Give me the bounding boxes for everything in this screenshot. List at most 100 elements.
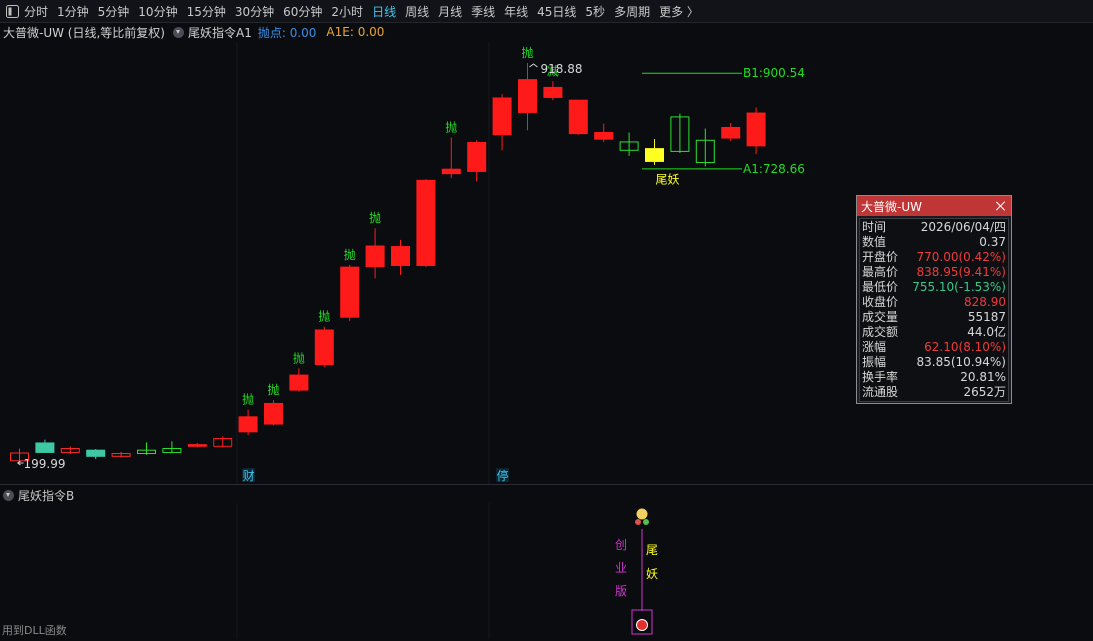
info-row: 收盘价 828.90	[860, 295, 1008, 310]
period-tab-4[interactable]: 15分钟	[187, 3, 232, 20]
info-row: 流通股 2652万	[860, 385, 1008, 400]
a1-label: A1:728.66	[743, 162, 805, 176]
sub-indicator-menu-icon[interactable]	[3, 489, 14, 501]
throw-point-value: 抛点: 0.00	[257, 25, 317, 40]
info-row-value: 828.90	[964, 295, 1006, 309]
info-row: 数值 0.37	[860, 235, 1008, 250]
info-row: 换手率 20.81%	[860, 370, 1008, 385]
info-row: 最高价 838.95(9.41%)	[860, 265, 1008, 280]
candle-body	[264, 402, 283, 425]
status-text: 用到DLL函数	[2, 624, 67, 637]
signal-label: 抛	[344, 247, 356, 262]
period-tab-16[interactable]: 更多 〉	[659, 3, 705, 20]
candle-body	[340, 266, 360, 318]
candle-body	[543, 86, 563, 98]
period-tab-1[interactable]: 1分钟	[57, 3, 95, 20]
info-row-value: 62.10(8.10%)	[924, 340, 1006, 354]
board-label-char: 版	[615, 584, 627, 598]
period-tab-6[interactable]: 60分钟	[283, 3, 328, 20]
info-row-label: 涨幅	[862, 340, 887, 354]
period-toolbar: 分时 1分钟 5分钟 10分钟 15分钟 30分钟 60分钟 2小时 日线 周线 月线 季线 年线 45日…	[0, 0, 1093, 23]
info-row-label: 开盘价	[862, 250, 899, 264]
info-row: 开盘价 770.00(0.42%)	[860, 250, 1008, 265]
signal-dot-icon	[636, 619, 648, 631]
sidebar-toggle-icon[interactable]	[4, 3, 20, 19]
tail-label-char: 尾	[646, 543, 658, 557]
symbol-title: 大普微-UW (日线,等比前复权)	[3, 25, 165, 40]
period-tab-12[interactable]: 年线	[504, 3, 534, 20]
info-row: 最低价 755.10(-1.53%)	[860, 280, 1008, 295]
sub-indicator-chart[interactable]: 创业版 尾妖	[0, 503, 1093, 639]
info-row-value: 20.81%	[960, 370, 1006, 384]
board-label-char: 创	[615, 538, 627, 552]
sub-pane-title: 尾妖指令B	[0, 487, 74, 503]
candle-body	[365, 245, 385, 268]
period-tab-11[interactable]: 季线	[471, 3, 501, 20]
quote-info-panel[interactable]: 大普微-UW 时间 2026/06/04/四 数值 0.37 开盘价 770.00(0.4…	[856, 195, 1012, 404]
signal-label: 抛	[369, 210, 381, 225]
indicator-name[interactable]: 尾妖指令A1	[188, 24, 252, 41]
info-row: 涨幅 62.10(8.10%)	[860, 340, 1008, 355]
b1-label: B1:900.54	[743, 66, 805, 80]
info-row: 成交量 55187	[860, 310, 1008, 325]
a1e-value: A1E: 0.00	[326, 25, 385, 39]
period-tab-2[interactable]: 5分钟	[98, 3, 136, 20]
candle-body	[187, 444, 207, 447]
period-tab-9[interactable]: 周线	[405, 3, 435, 20]
candle-body	[467, 142, 487, 172]
signal-label: 抛	[293, 350, 305, 365]
candle-body	[391, 246, 410, 266]
indicator-menu-icon[interactable]	[172, 26, 184, 38]
info-row-value: 2652万	[963, 385, 1006, 399]
candle-body	[518, 79, 537, 113]
signal-label: 抛	[267, 382, 279, 397]
chart-title-bar: 大普微-UW (日线,等比前复权) 尾妖指令A1 抛点: 0.00 A1E: 0…	[0, 22, 1093, 42]
sub-indicator-name[interactable]: 尾妖指令B	[18, 487, 74, 504]
info-row-label: 成交额	[862, 325, 899, 339]
info-row-label: 振幅	[862, 355, 887, 369]
info-row: 振幅 83.85(10.94%)	[860, 355, 1008, 370]
info-row-label: 最低价	[862, 280, 899, 294]
signal-label: 抛	[318, 309, 330, 324]
candle-body	[645, 148, 664, 162]
signal-label: 抛	[521, 45, 533, 60]
info-panel-header[interactable]: 大普微-UW	[857, 196, 1011, 216]
low-price-label: 199.99	[24, 457, 66, 471]
candle-body	[568, 99, 588, 135]
high-marker-icon	[529, 63, 538, 68]
info-row-value: 83.85(10.94%)	[916, 355, 1006, 369]
info-row: 时间 2026/06/04/四	[860, 220, 1008, 235]
info-row-value: 755.10(-1.53%)	[912, 280, 1006, 294]
info-row-label: 流通股	[862, 385, 899, 399]
info-row-label: 换手率	[862, 370, 899, 384]
info-row-label: 最高价	[862, 265, 899, 279]
candle-body	[35, 442, 55, 453]
period-tab-3[interactable]: 10分钟	[138, 3, 183, 20]
mascot-icon-right	[643, 519, 649, 525]
period-tab-10[interactable]: 月线	[438, 3, 468, 20]
period-tab-7[interactable]: 2小时	[331, 3, 369, 20]
info-panel-body: 时间 2026/06/04/四 数值 0.37 开盘价 770.00(0.42%) 最高价 8…	[859, 218, 1009, 402]
candle-body	[416, 179, 436, 266]
period-tab-0[interactable]: 分时	[24, 3, 54, 20]
board-label-char: 业	[615, 561, 627, 575]
high-price-label: 918.88	[541, 62, 583, 76]
period-tabs: 分时 1分钟 5分钟 10分钟 15分钟 30分钟 60分钟 2小时 日线 周线 月线 季线 年线 45日…	[24, 3, 708, 20]
info-row-value: 44.0亿	[967, 325, 1006, 339]
close-icon[interactable]	[995, 200, 1007, 212]
pane-divider[interactable]	[0, 484, 1093, 485]
candle-body	[594, 131, 614, 140]
tail-label-char: 妖	[646, 567, 658, 581]
mascot-icon-left	[635, 519, 641, 525]
period-tab-13[interactable]: 45日线	[537, 3, 582, 20]
event-marker-label: 停	[497, 468, 509, 483]
period-tab-8[interactable]: 日线	[372, 3, 402, 20]
info-row-value: 55187	[967, 310, 1006, 324]
mascot-icon	[636, 508, 648, 520]
signal-label: 抛	[445, 119, 457, 134]
info-row-label: 收盘价	[862, 295, 899, 309]
period-tab-14[interactable]: 5秒	[585, 3, 611, 20]
period-tab-5[interactable]: 30分钟	[235, 3, 280, 20]
period-tab-15[interactable]: 多周期	[614, 3, 656, 20]
candle-body	[492, 97, 512, 136]
